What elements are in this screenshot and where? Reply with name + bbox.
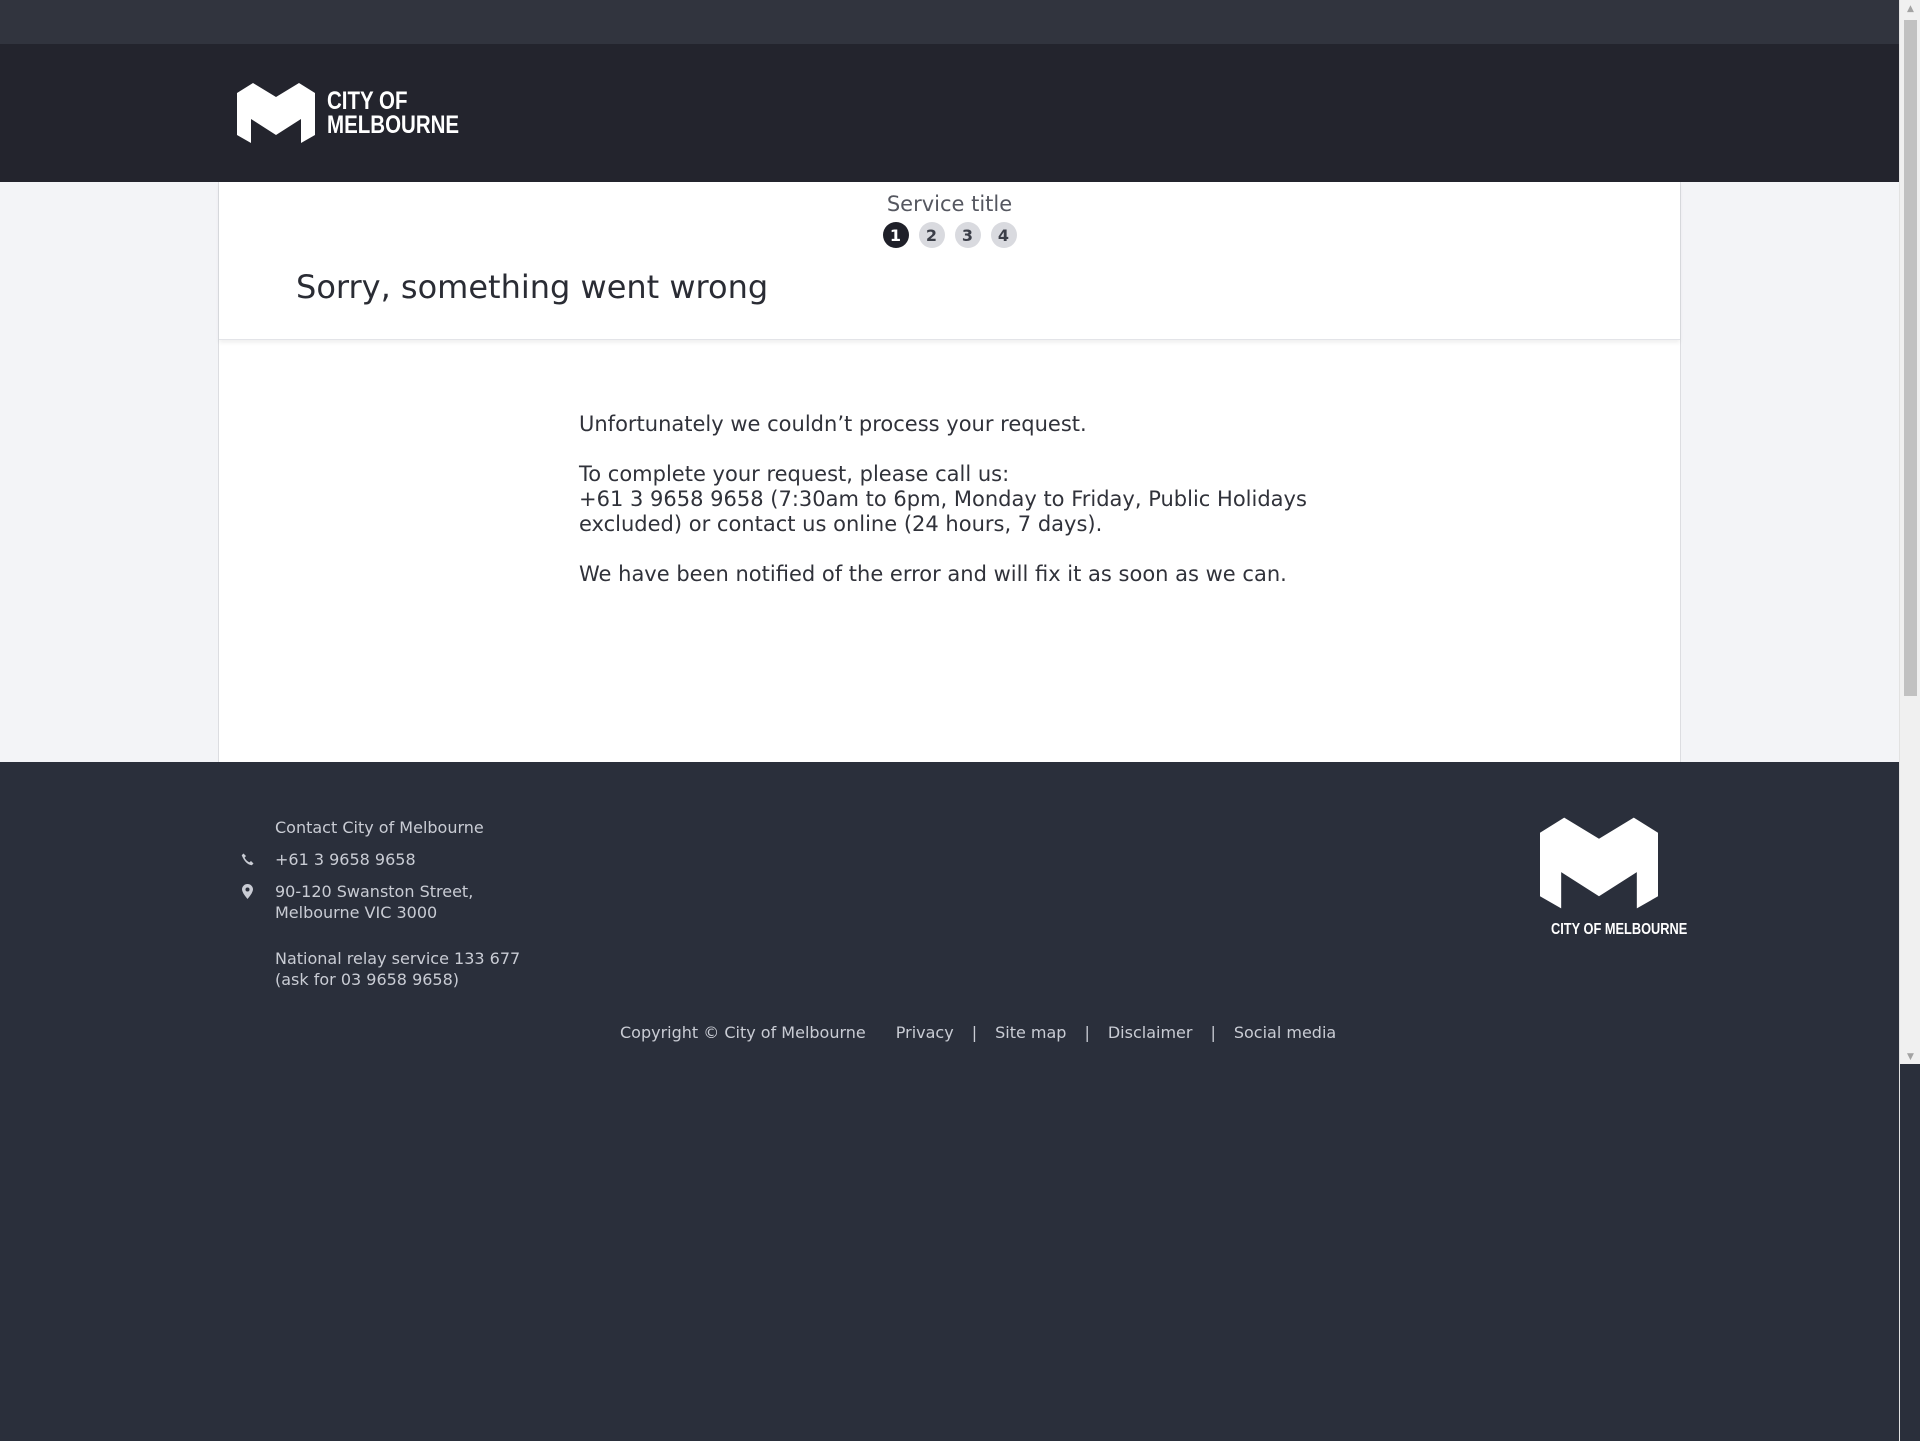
step-4: 4 <box>990 222 1017 248</box>
step-3: 3 <box>954 222 981 248</box>
scroll-up-arrow-icon[interactable]: ▲ <box>1900 0 1920 17</box>
privacy-link[interactable]: Privacy <box>896 1023 954 1042</box>
site-footer: Contact City of Melbourne +61 3 9658 965… <box>0 762 1899 1441</box>
scrollbar-thumb[interactable] <box>1904 20 1917 696</box>
browser-top-strip <box>0 0 1899 44</box>
link-separator: | <box>1210 1023 1216 1042</box>
contact-heading: Contact City of Melbourne <box>275 818 484 837</box>
step-1: 1 <box>882 222 909 248</box>
page-title: Sorry, something went wrong <box>296 268 769 306</box>
relay-line-1: National relay service 133 677 <box>275 949 521 968</box>
call-us-line: To complete your request, please call us… <box>579 462 1010 486</box>
contact-heading-row: Contact City of Melbourne <box>238 817 520 838</box>
footer-links: Copyright © City of Melbourne Privacy | … <box>620 1023 1336 1042</box>
step-indicator: 1 2 3 4 <box>219 222 1680 248</box>
address-line-1: 90-120 Swanston Street, <box>275 882 474 901</box>
site-map-link[interactable]: Site map <box>995 1023 1066 1042</box>
scrollbar-lower-area <box>1900 1064 1920 1441</box>
footer-logo-wordmark: CITY OF MELBOURNE <box>1551 921 1688 938</box>
scroll-down-arrow-icon[interactable]: ▼ <box>1900 1048 1920 1065</box>
map-pin-icon <box>240 883 254 899</box>
copyright: Copyright © City of Melbourne <box>620 1023 866 1042</box>
social-media-link[interactable]: Social media <box>1234 1023 1336 1042</box>
link-separator: | <box>1084 1023 1090 1042</box>
error-paragraph-3: We have been notified of the error and w… <box>579 562 1287 586</box>
link-separator: | <box>971 1023 978 1042</box>
footer-contact: Contact City of Melbourne +61 3 9658 965… <box>238 817 520 1001</box>
relay-service-row: National relay service 133 677 (ask for … <box>238 948 520 990</box>
site-header: CITY OF MELBOURNE <box>0 44 1899 182</box>
error-paragraph-1: Unfortunately we couldn’t process your r… <box>579 412 1087 436</box>
vertical-scrollbar[interactable]: ▲ ▼ <box>1899 0 1920 1441</box>
phone-icon <box>240 851 254 867</box>
relay-line-2: (ask for 03 9658 9658) <box>275 970 460 989</box>
error-message: Unfortunately we couldn’t process your r… <box>579 412 1339 612</box>
phone-hours-line: +61 3 9658 9658 (7:30am to 6pm, Monday t… <box>579 487 1307 536</box>
contact-phone[interactable]: +61 3 9658 9658 <box>275 849 520 870</box>
card-header: Service title 1 2 3 4 Sorry, something w… <box>219 182 1680 340</box>
address-line-2: Melbourne VIC 3000 <box>275 903 438 922</box>
contact-phone-row: +61 3 9658 9658 <box>238 849 520 870</box>
error-paragraph-2: To complete your request, please call us… <box>579 462 1339 537</box>
logo-line-2: MELBOURNE <box>327 111 460 139</box>
contact-address-row: 90-120 Swanston Street, Melbourne VIC 30… <box>238 881 520 923</box>
service-title: Service title <box>886 192 1013 216</box>
footer-logo[interactable]: CITY OF MELBOURNE <box>1539 817 1688 939</box>
step-2: 2 <box>918 222 945 248</box>
content-card: Service title 1 2 3 4 Sorry, something w… <box>218 182 1681 762</box>
city-of-melbourne-m-logo-icon <box>237 83 315 143</box>
logo-wordmark: CITY OF MELBOURNE <box>327 87 460 139</box>
city-of-melbourne-m-logo-icon <box>1540 817 1658 909</box>
page: CITY OF MELBOURNE Service title 1 2 3 4 … <box>0 0 1920 1441</box>
logo-line-1: CITY OF <box>327 87 408 115</box>
disclaimer-link[interactable]: Disclaimer <box>1108 1023 1193 1042</box>
city-of-melbourne-logo-link[interactable]: CITY OF MELBOURNE <box>237 83 488 143</box>
